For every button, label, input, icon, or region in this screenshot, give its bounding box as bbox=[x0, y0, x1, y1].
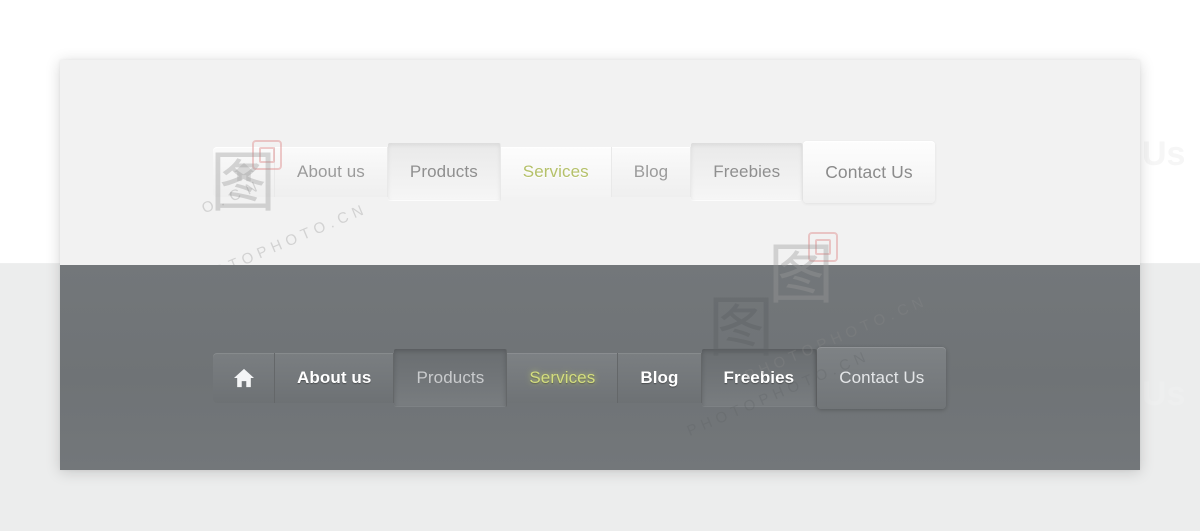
dark-menu: About us Products Services Blog Freebies… bbox=[213, 347, 947, 409]
menu-item-services-dark-label: Services bbox=[529, 368, 596, 387]
menu-item-products-dark[interactable]: Products bbox=[394, 349, 508, 407]
menu-item-blog-label: Blog bbox=[633, 162, 669, 181]
menu-item-freebies-dark-label: Freebies bbox=[723, 368, 795, 387]
menu-item-about-us[interactable]: About us bbox=[275, 147, 388, 197]
ghost-watermark-dark: Us bbox=[1142, 375, 1186, 413]
menu-item-contact-us-dark-label: Contact Us bbox=[839, 368, 925, 387]
home-icon bbox=[233, 368, 255, 388]
menu-item-contact-us-dark[interactable]: Contact Us bbox=[817, 347, 947, 409]
menu-item-home-dark[interactable] bbox=[213, 353, 275, 403]
menu-item-products-label: Products bbox=[409, 162, 478, 181]
menu-item-services-dark[interactable]: Services bbox=[507, 353, 619, 403]
menu-item-about-us-dark[interactable]: About us bbox=[275, 353, 395, 403]
menu-item-freebies[interactable]: Freebies bbox=[691, 143, 804, 201]
menu-item-contact-us[interactable]: Contact Us bbox=[803, 141, 935, 203]
menu-item-products-dark-label: Products bbox=[416, 368, 485, 387]
menu-item-services-label: Services bbox=[522, 162, 589, 181]
menu-item-home[interactable] bbox=[213, 147, 275, 197]
home-icon bbox=[233, 162, 255, 182]
light-theme-section: About us Products Services Blog Freebies… bbox=[60, 60, 1140, 293]
menu-item-products[interactable]: Products bbox=[387, 143, 501, 201]
menu-item-about-us-label: About us bbox=[297, 162, 365, 181]
menu-item-services[interactable]: Services bbox=[500, 147, 612, 197]
menu-item-blog[interactable]: Blog bbox=[611, 147, 692, 197]
ghost-watermark-light: Us bbox=[1142, 135, 1186, 173]
menu-item-blog-dark-label: Blog bbox=[640, 368, 679, 387]
menu-item-contact-us-label: Contact Us bbox=[825, 161, 913, 182]
menu-item-blog-dark[interactable]: Blog bbox=[618, 353, 702, 403]
light-menu: About us Products Services Blog Freebies… bbox=[213, 141, 935, 203]
preview-panel: About us Products Services Blog Freebies… bbox=[60, 60, 1140, 470]
menu-item-about-us-dark-label: About us bbox=[297, 368, 372, 387]
menu-item-freebies-label: Freebies bbox=[713, 162, 781, 181]
menu-item-freebies-dark[interactable]: Freebies bbox=[701, 349, 818, 407]
dark-theme-section: About us Products Services Blog Freebies… bbox=[60, 265, 1140, 470]
screenshot-stage: Us Us About us Products Services Blog Fr… bbox=[0, 0, 1200, 531]
